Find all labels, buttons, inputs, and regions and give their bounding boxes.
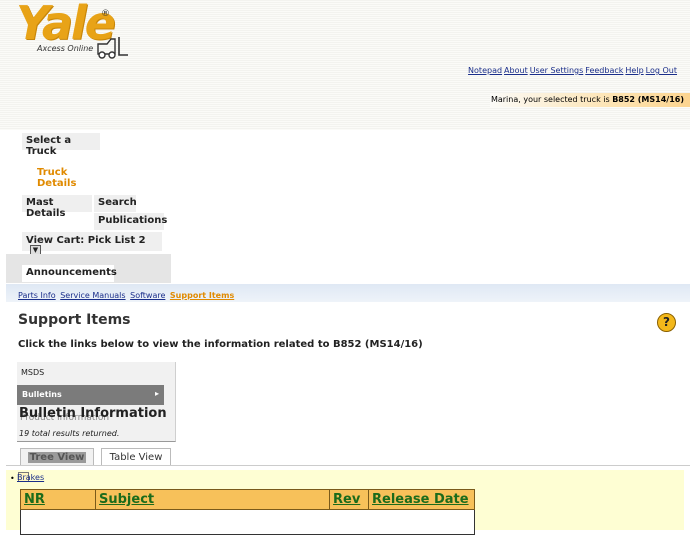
nav-select-truck[interactable]: Select a Truck	[22, 133, 100, 157]
nav-truck-details[interactable]: Truck Details	[22, 160, 110, 189]
notepad-link[interactable]: Notepad	[468, 66, 502, 75]
subnav: Parts Info Service Manuals Software Supp…	[18, 291, 236, 300]
tree-bullet: •	[10, 474, 15, 483]
bulletin-heading: Bulletin Information	[19, 406, 167, 421]
tabs-divider	[6, 465, 690, 466]
page-title: Support Items	[18, 312, 131, 328]
selected-truck: B852 (MS14/16)	[612, 95, 684, 104]
bulletin-table: NR Subject Rev Release Date	[20, 489, 475, 535]
nav-announcements[interactable]: Announcements	[22, 265, 117, 282]
subnav-software[interactable]: Software	[130, 291, 165, 300]
tab-tree-view[interactable]: Tree View	[20, 448, 94, 466]
view-cart-label: View Cart: Pick List 2	[26, 235, 146, 246]
column-rev[interactable]: Rev	[329, 489, 369, 510]
chevron-right-icon: ▸	[155, 389, 160, 398]
tab-tree-view-label: Tree View	[27, 452, 87, 463]
subnav-service-manuals[interactable]: Service Manuals	[60, 291, 125, 300]
column-subject[interactable]: Subject	[95, 489, 330, 510]
feedback-link[interactable]: Feedback	[585, 66, 623, 75]
table-header-row: NR Subject Rev Release Date	[20, 489, 475, 510]
truck-banner-prefix: Marina, your selected truck is	[490, 95, 613, 104]
results-count: 19 total results returned.	[19, 429, 120, 438]
subnav-parts-info[interactable]: Parts Info	[18, 291, 56, 300]
nav-view-cart[interactable]: View Cart: Pick List 2▼	[22, 232, 162, 256]
logo-tagline: Axcess Online	[37, 44, 94, 53]
menu-item-bulletins[interactable]: Bulletins	[17, 385, 164, 405]
user-settings-link[interactable]: User Settings	[530, 66, 584, 75]
menu-item-msds[interactable]: MSDS	[21, 368, 44, 377]
page-header: Yale ® Axcess Online Notepad About User Se…	[0, 0, 690, 130]
help-link[interactable]: Help	[625, 66, 643, 75]
column-nr[interactable]: NR	[20, 489, 96, 510]
column-release-date[interactable]: Release Date	[368, 489, 475, 510]
intro-text: Click the links below to view the inform…	[18, 339, 423, 350]
nav-search[interactable]: Search	[94, 195, 137, 212]
nav-publications[interactable]: Publications	[94, 213, 167, 230]
selected-truck-banner: Marina, your selected truck is B852 (MS1…	[490, 93, 690, 107]
nav-mast-details[interactable]: Mast Details	[22, 195, 92, 219]
forklift-icon	[97, 37, 128, 59]
tree-folder-brakes[interactable]: Brakes	[17, 473, 44, 482]
help-icon[interactable]: ?	[657, 313, 676, 332]
subnav-support-items[interactable]: Support Items	[170, 291, 234, 300]
logout-link[interactable]: Log Out	[646, 66, 677, 75]
tab-table-view[interactable]: Table View	[101, 448, 171, 466]
top-links: Notepad About User Settings Feedback Help Log…	[466, 66, 677, 75]
table-row	[21, 510, 475, 535]
registered-mark: ®	[101, 9, 110, 19]
about-link[interactable]: About	[504, 66, 528, 75]
